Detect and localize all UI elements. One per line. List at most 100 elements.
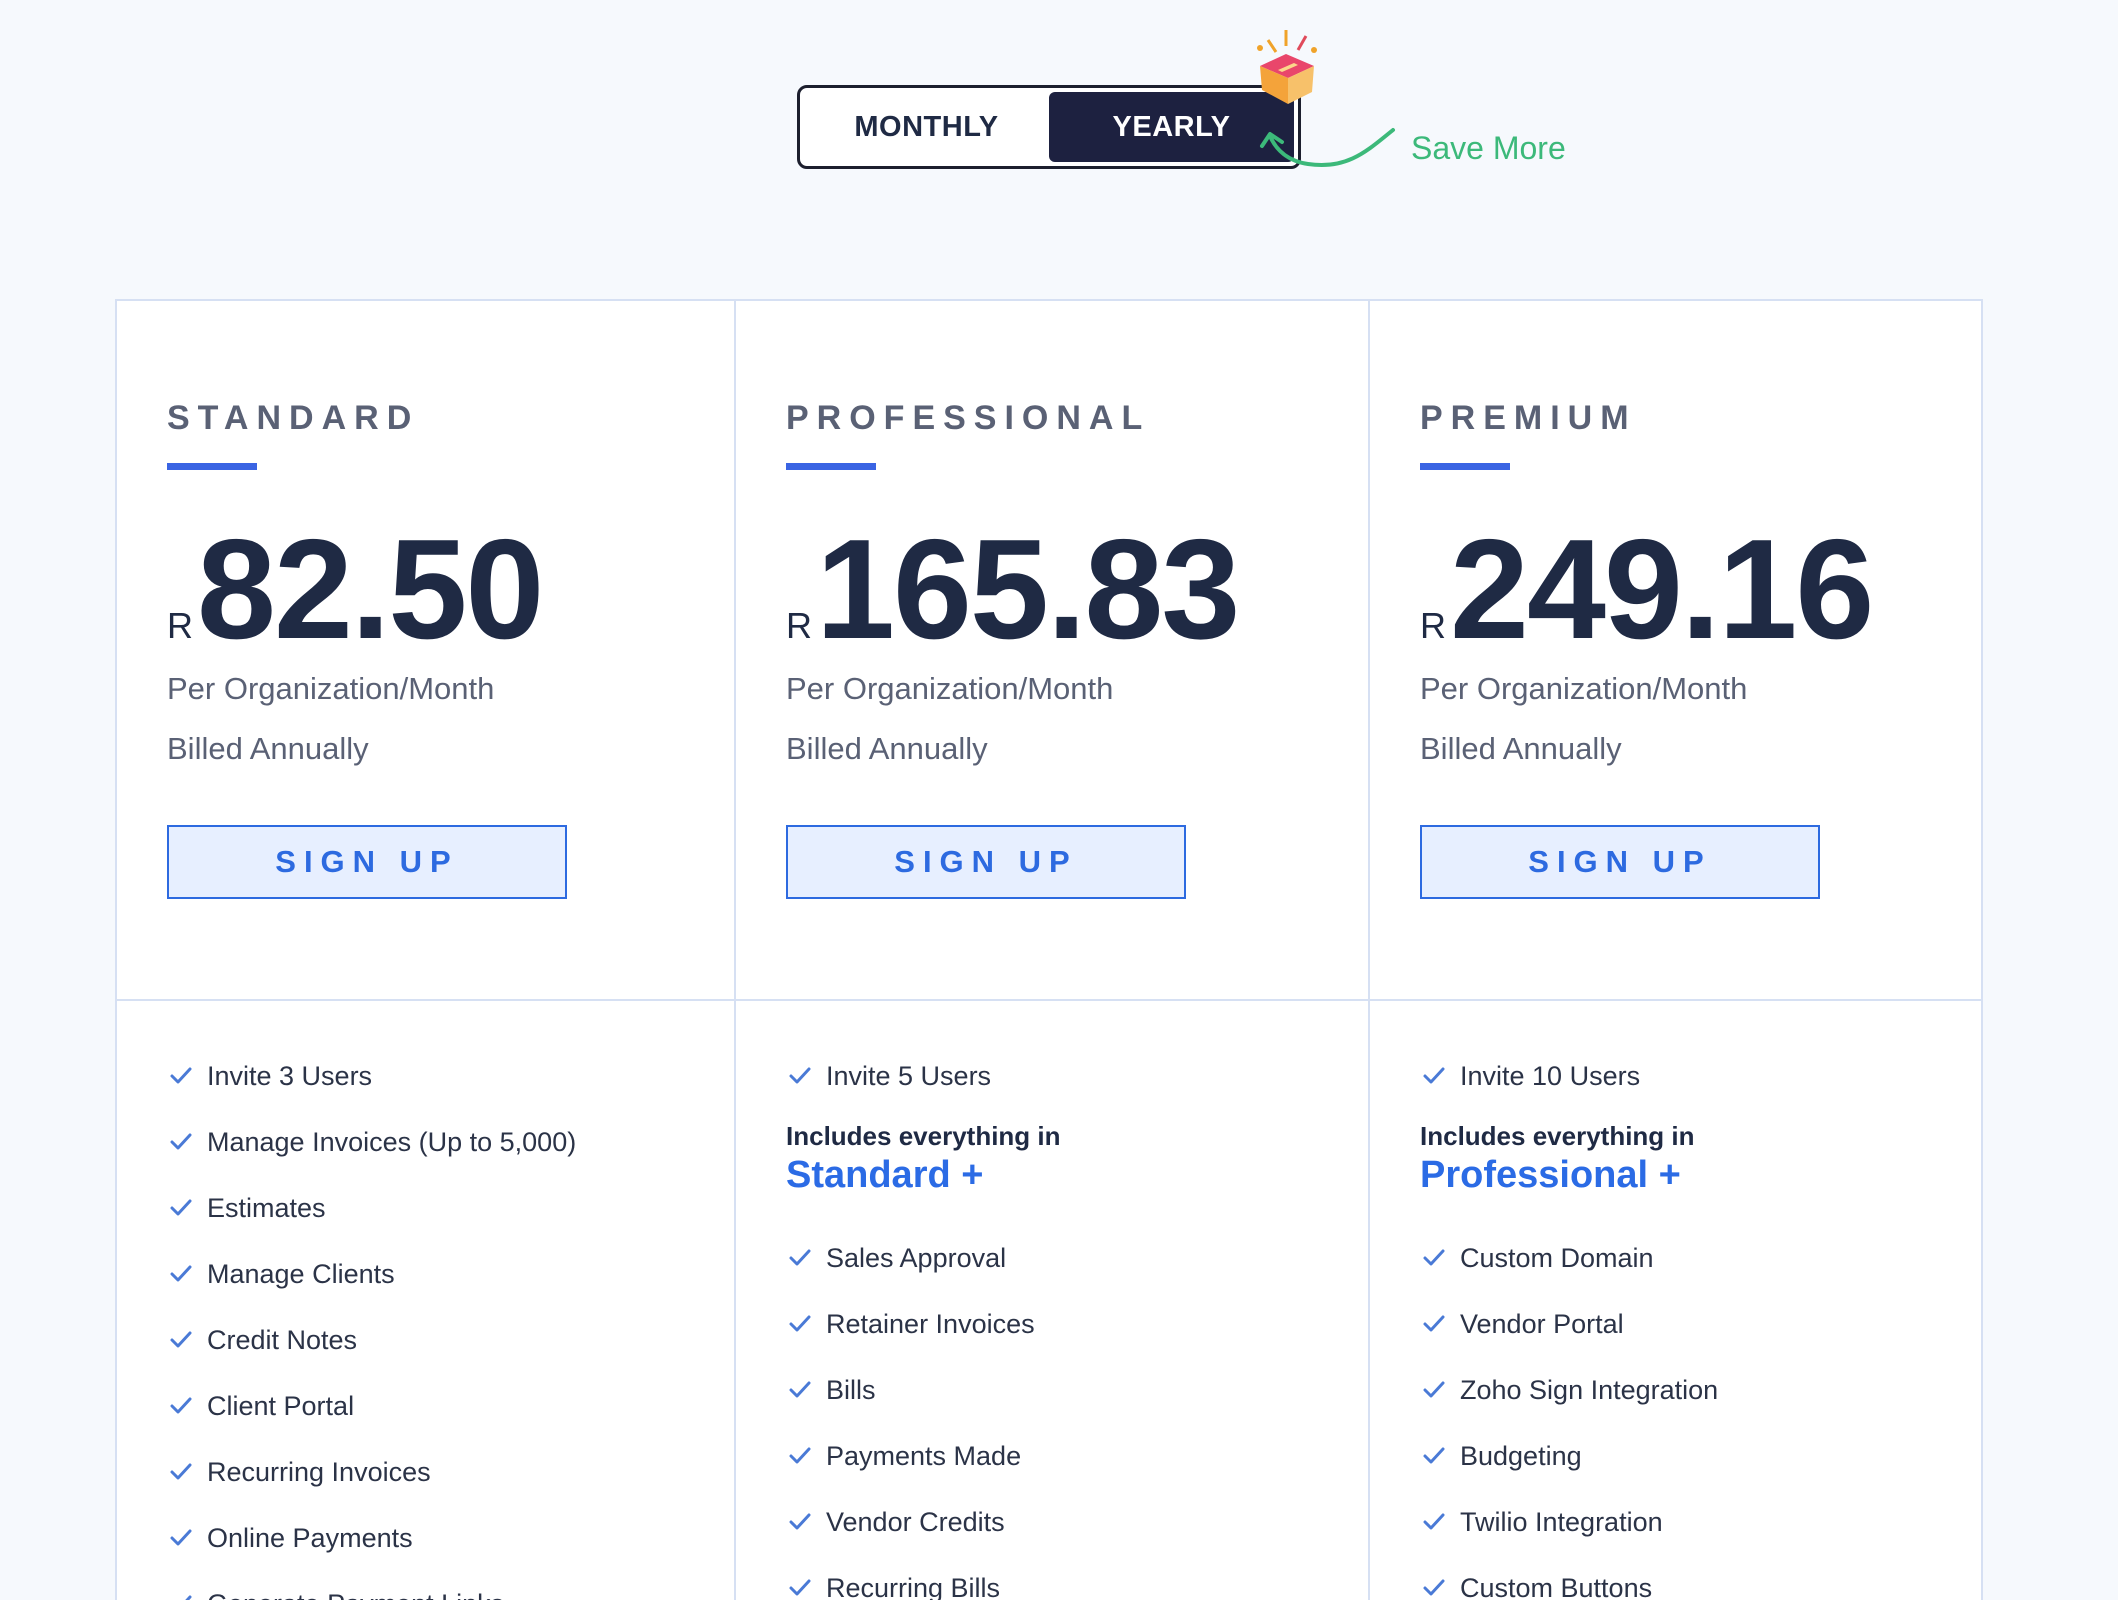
check-icon [789,1447,811,1464]
includes-line: Includes everything in [1420,1121,1695,1151]
plan-name: PREMIUM [1420,399,1637,437]
feature-label: Recurring Invoices [207,1456,431,1487]
plan-professional: PROFESSIONAL R 165.83 Per Organization/M… [736,301,1370,1600]
pricing-page: MONTHLY YEARLY Save More STANDARD R 82.5… [0,0,2118,1600]
plan-header: PROFESSIONAL R 165.83 Per Organization/M… [736,301,1368,1001]
feature-label: Custom Buttons [1460,1572,1653,1600]
check-icon [1423,1249,1445,1266]
list-item: Zoho Sign Integration [1420,1357,1981,1423]
sign-up-button[interactable]: SIGN UP [786,825,1186,899]
list-item: Invite 3 Users [167,1043,734,1109]
feature-label: Invite 3 Users [207,1060,373,1091]
check-icon [789,1381,811,1398]
list-item: Online Payments [167,1505,734,1571]
plan-accent-bar [167,463,257,470]
price-amount: 249.16 [1450,510,1874,669]
includes-plan-link[interactable]: Professional + [1420,1154,1981,1197]
check-icon [789,1315,811,1332]
list-item: Recurring Bills [786,1555,1368,1600]
feature-label: Twilio Integration [1460,1506,1663,1537]
billing-note: Billed Annually [167,731,369,766]
list-item: Twilio Integration [1420,1489,1981,1555]
list-item: Estimates [167,1175,734,1241]
check-icon [1423,1381,1445,1398]
plan-standard: STANDARD R 82.50 Per Organization/Month … [117,301,736,1600]
billing-note: Billed Annually [1420,731,1622,766]
price-period: Per Organization/Month [786,671,1114,706]
list-item: Recurring Invoices [167,1439,734,1505]
check-icon [789,1513,811,1530]
plan-premium: PREMIUM R 249.16 Per Organization/Month … [1370,301,1981,1600]
feature-label: Vendor Portal [1460,1308,1624,1339]
feature-label: Recurring Bills [826,1572,1001,1600]
check-icon [1423,1067,1445,1084]
check-icon [170,1133,192,1150]
list-item: Custom Buttons [1420,1555,1981,1600]
price-amount: 82.50 [197,510,544,669]
check-icon [170,1067,192,1084]
plan-header: PREMIUM R 249.16 Per Organization/Month … [1370,301,1981,1001]
currency-symbol: R [167,605,193,646]
billing-note: Billed Annually [786,731,988,766]
feature-label: Zoho Sign Integration [1460,1374,1719,1405]
feature-label: Estimates [207,1192,326,1223]
plan-accent-bar [1420,463,1510,470]
feature-label: Invite 5 Users [826,1060,992,1091]
feature-label: Vendor Credits [826,1506,1005,1537]
list-item: Client Portal [167,1373,734,1439]
feature-label: Generate Payment Links [207,1589,504,1600]
includes-plan-link[interactable]: Standard + [786,1154,1368,1197]
includes-note: Includes everything in Professional + [1420,1121,1981,1197]
feature-label: Sales Approval [826,1242,1007,1273]
check-icon [1423,1513,1445,1530]
feature-list: Invite 5 Users Includes everything in St… [736,1001,1368,1600]
sign-up-button[interactable]: SIGN UP [1420,825,1820,899]
list-item: Payments Made [786,1423,1368,1489]
plan-header: STANDARD R 82.50 Per Organization/Month … [117,301,734,1001]
check-icon [1423,1579,1445,1596]
check-icon [789,1249,811,1266]
check-icon [170,1199,192,1216]
list-item: Invite 10 Users [1420,1043,1981,1109]
list-item: Invite 5 Users [786,1043,1368,1109]
feature-label: Budgeting [1460,1440,1582,1471]
feature-label: Payments Made [826,1440,1022,1471]
feature-label: Custom Domain [1460,1242,1654,1273]
includes-line: Includes everything in [786,1121,1061,1151]
currency-symbol: R [1420,605,1446,646]
check-icon [1423,1447,1445,1464]
plan-name: PROFESSIONAL [786,399,1151,437]
check-icon [789,1067,811,1084]
feature-label: Online Payments [207,1522,413,1553]
sign-up-button[interactable]: SIGN UP [167,825,567,899]
billing-toggle[interactable]: MONTHLY YEARLY [797,85,1301,169]
save-more-label: Save More [1411,130,1566,166]
includes-note: Includes everything in Standard + [786,1121,1368,1197]
feature-list: Invite 10 Users Includes everything in P… [1370,1001,1981,1600]
monthly-option[interactable]: MONTHLY [804,92,1049,162]
check-icon [170,1265,192,1282]
check-icon [185,1595,192,1600]
feature-label: Credit Notes [207,1324,358,1355]
list-item: Retainer Invoices [786,1291,1368,1357]
list-item: Generate Payment Links [167,1571,734,1600]
feature-label: Bills [826,1374,876,1405]
price-period: Per Organization/Month [1420,671,1748,706]
list-item: Custom Domain [1420,1225,1981,1291]
feature-label: Manage Clients [207,1258,395,1289]
check-icon [170,1397,192,1414]
feature-label: Client Portal [207,1390,355,1421]
feature-list: Invite 3 Users Manage Invoices (Up to 5,… [117,1001,734,1600]
pricing-table: STANDARD R 82.50 Per Organization/Month … [115,299,1983,1600]
list-item: Manage Invoices (Up to 5,000) [167,1109,734,1175]
currency-symbol: R [786,605,812,646]
list-item: Budgeting [1420,1423,1981,1489]
plan-accent-bar [786,463,876,470]
check-icon [170,1331,192,1348]
feature-label: Retainer Invoices [826,1308,1035,1339]
price-amount: 165.83 [816,510,1240,669]
curved-arrow-icon [1260,128,1395,168]
plan-name: STANDARD [167,399,420,437]
check-icon [789,1579,811,1596]
feature-label: Manage Invoices (Up to 5,000) [207,1126,577,1157]
